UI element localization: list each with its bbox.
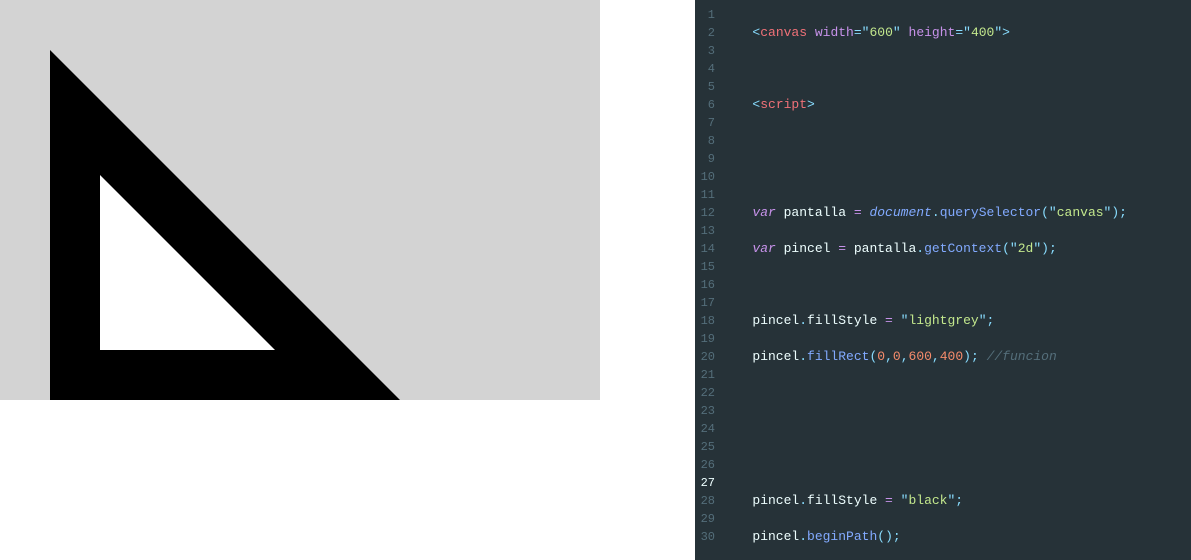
code-line	[729, 132, 1191, 150]
code-line	[729, 456, 1191, 474]
code-line: var pincel = pantalla.getContext("2d");	[729, 240, 1191, 258]
line-number: 25	[699, 438, 715, 456]
code-line: pincel.fillStyle = "lightgrey";	[729, 312, 1191, 330]
line-number: 5	[699, 78, 715, 96]
line-number: 23	[699, 402, 715, 420]
line-number: 7	[699, 114, 715, 132]
code-editor[interactable]: 1234567891011121314151617181920212223242…	[695, 0, 1191, 560]
line-number: 2	[699, 24, 715, 42]
code-line	[729, 384, 1191, 402]
line-number: 22	[699, 384, 715, 402]
line-number: 19	[699, 330, 715, 348]
line-number: 6	[699, 96, 715, 114]
code-line	[729, 420, 1191, 438]
line-number: 12	[699, 204, 715, 222]
line-number: 11	[699, 186, 715, 204]
preview-pane	[0, 0, 695, 560]
line-number: 16	[699, 276, 715, 294]
line-number: 20	[699, 348, 715, 366]
line-number: 27	[699, 474, 715, 492]
canvas-output	[0, 0, 600, 400]
code-line: var pantalla = document.querySelector("c…	[729, 204, 1191, 222]
line-number: 3	[699, 42, 715, 60]
line-number: 15	[699, 258, 715, 276]
line-number: 30	[699, 528, 715, 546]
code-line: <script>	[729, 96, 1191, 114]
line-number: 21	[699, 366, 715, 384]
code-line	[729, 276, 1191, 294]
code-area[interactable]: <canvas width="600" height="400"> <scrip…	[723, 0, 1191, 560]
line-number: 13	[699, 222, 715, 240]
code-line	[729, 60, 1191, 78]
line-number: 26	[699, 456, 715, 474]
code-line	[729, 168, 1191, 186]
line-number: 18	[699, 312, 715, 330]
code-line: pincel.fillRect(0,0,600,400); //funcion	[729, 348, 1191, 366]
line-number: 28	[699, 492, 715, 510]
line-number: 8	[699, 132, 715, 150]
line-number: 14	[699, 240, 715, 258]
line-number: 24	[699, 420, 715, 438]
canvas-svg	[0, 0, 600, 400]
line-gutter: 1234567891011121314151617181920212223242…	[695, 0, 723, 560]
code-line: pincel.fillStyle = "black";	[729, 492, 1191, 510]
code-line: pincel.beginPath();	[729, 528, 1191, 546]
code-line: <canvas width="600" height="400">	[729, 24, 1191, 42]
line-number: 9	[699, 150, 715, 168]
line-number: 10	[699, 168, 715, 186]
line-number: 29	[699, 510, 715, 528]
line-number: 1	[699, 6, 715, 24]
line-number: 17	[699, 294, 715, 312]
line-number: 4	[699, 60, 715, 78]
